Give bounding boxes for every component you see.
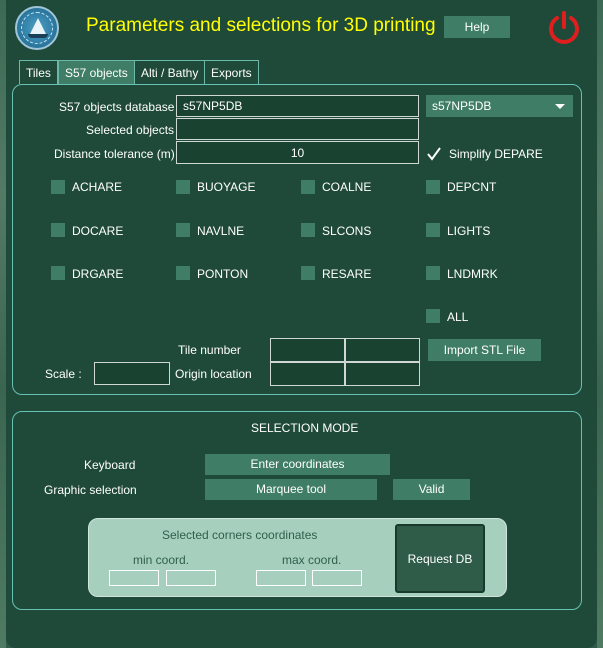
- selected-objects-field[interactable]: [176, 118, 419, 140]
- lights-label: LIGHTS: [447, 224, 491, 238]
- keyboard-label: Keyboard: [84, 458, 136, 472]
- database-dropdown[interactable]: s57NP5DB: [426, 95, 573, 117]
- distance-tolerance-field[interactable]: [176, 141, 419, 164]
- ponton-checkbox[interactable]: [176, 266, 190, 280]
- simplify-depare-label: Simplify DEPARE: [449, 147, 543, 161]
- drgare-label: DRGARE: [72, 267, 124, 281]
- page-title: Parameters and selections for 3D printin…: [86, 15, 436, 36]
- ponton-label: PONTON: [197, 267, 249, 281]
- origin-field-2[interactable]: [345, 362, 420, 386]
- max-coord-field-2[interactable]: [312, 570, 362, 586]
- tab-s57-objects[interactable]: S57 objects: [58, 60, 135, 84]
- achare-label: ACHARE: [72, 180, 123, 194]
- tile-number-label: Tile number: [178, 343, 241, 357]
- help-button[interactable]: Help: [444, 16, 510, 38]
- tab-tiles[interactable]: Tiles: [19, 60, 58, 84]
- origin-location-label: Origin location: [175, 367, 252, 381]
- coalne-label: COALNE: [322, 180, 372, 194]
- min-coord-label: min coord.: [133, 553, 190, 567]
- docare-label: DOCARE: [72, 224, 124, 238]
- tab-alti-bathy[interactable]: Alti / Bathy: [134, 60, 206, 84]
- buoyage-label: BUOYAGE: [197, 180, 256, 194]
- enter-coordinates-button[interactable]: Enter coordinates: [205, 454, 390, 475]
- depcnt-label: DEPCNT: [447, 180, 497, 194]
- marquee-tool-button[interactable]: Marquee tool: [205, 479, 377, 500]
- database-dropdown-value: s57NP5DB: [432, 99, 492, 113]
- buoyage-checkbox[interactable]: [176, 180, 190, 194]
- all-label: ALL: [447, 310, 469, 324]
- power-icon[interactable]: [545, 9, 583, 47]
- resare-checkbox[interactable]: [301, 266, 315, 280]
- selected-corners-title: Selected corners coordinates: [162, 528, 318, 542]
- all-checkbox[interactable]: [426, 309, 440, 323]
- slcons-label: SLCONS: [322, 224, 372, 238]
- import-stl-button[interactable]: Import STL File: [428, 339, 541, 361]
- max-coord-label: max coord.: [282, 553, 342, 567]
- tile-number-field-1[interactable]: [270, 338, 345, 362]
- coalne-checkbox[interactable]: [301, 180, 315, 194]
- request-db-button[interactable]: Request DB: [395, 524, 485, 593]
- checkmark-icon: [427, 147, 441, 161]
- chevron-down-icon: [555, 104, 565, 109]
- graphic-selection-label: Graphic selection: [44, 483, 137, 497]
- achare-checkbox[interactable]: [51, 180, 65, 194]
- max-coord-field-1[interactable]: [256, 570, 306, 586]
- lights-checkbox[interactable]: [426, 223, 440, 237]
- tab-exports[interactable]: Exports: [204, 60, 259, 84]
- distance-tolerance-label: Distance tolerance (m): [54, 147, 175, 161]
- resare-label: RESARE: [322, 267, 372, 281]
- lndmrk-checkbox[interactable]: [426, 266, 440, 280]
- simplify-depare-checkbox[interactable]: [426, 146, 442, 162]
- selection-mode-title: SELECTION MODE: [251, 421, 359, 435]
- origin-field-1[interactable]: [270, 362, 345, 386]
- valid-button[interactable]: Valid: [393, 479, 470, 500]
- tile-number-field-2[interactable]: [345, 338, 420, 362]
- database-label: S57 objects database: [59, 100, 175, 114]
- docare-checkbox[interactable]: [51, 223, 65, 237]
- navlne-checkbox[interactable]: [176, 223, 190, 237]
- selected-objects-label: Selected objects: [86, 123, 175, 137]
- scale-field[interactable]: [94, 362, 170, 385]
- right-edge: [597, 0, 603, 648]
- scale-label: Scale :: [45, 367, 82, 381]
- slcons-checkbox[interactable]: [301, 223, 315, 237]
- database-field[interactable]: [176, 95, 419, 117]
- lndmrk-label: LNDMRK: [447, 267, 498, 281]
- min-coord-field-1[interactable]: [109, 570, 159, 586]
- depcnt-checkbox[interactable]: [426, 180, 440, 194]
- drgare-checkbox[interactable]: [51, 266, 65, 280]
- navlne-label: NAVLNE: [197, 224, 245, 238]
- min-coord-field-2[interactable]: [166, 570, 216, 586]
- app-logo-icon: [15, 6, 59, 50]
